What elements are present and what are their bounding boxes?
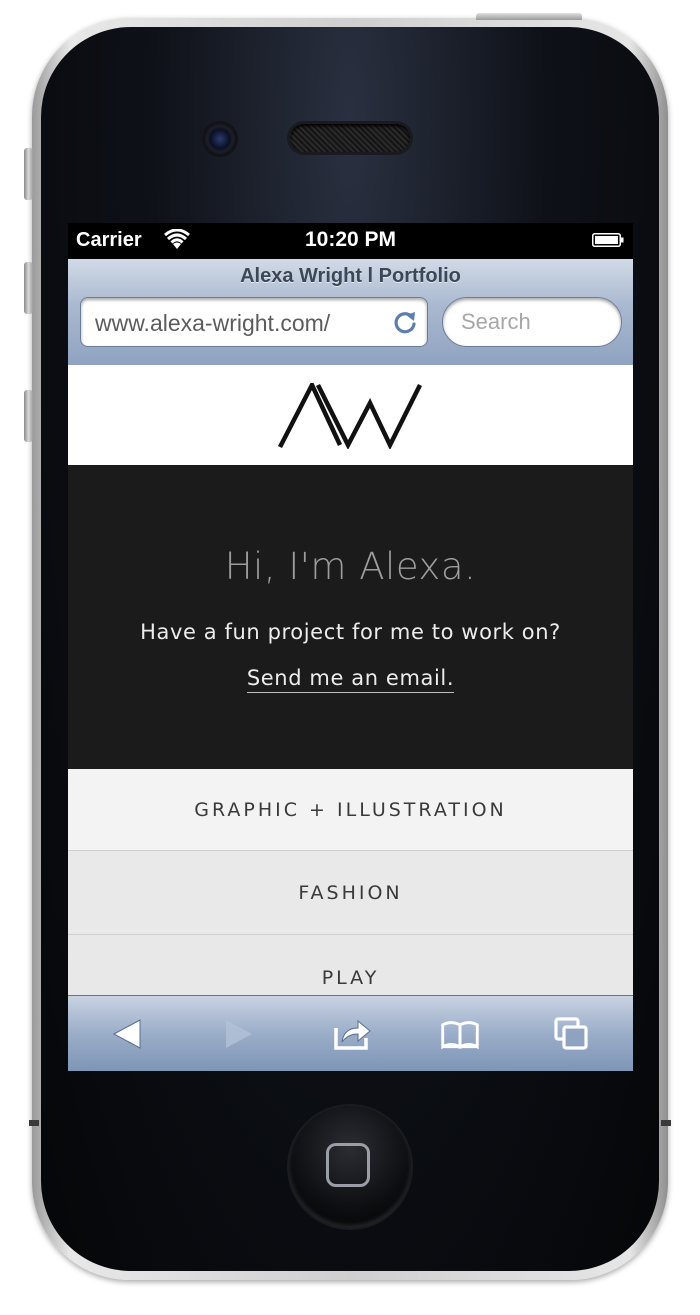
- url-text: www.alexa-wright.com/: [95, 310, 331, 336]
- volume-down-button: [24, 390, 33, 442]
- safari-toolbar: [68, 995, 633, 1071]
- email-link[interactable]: Send me an email.: [246, 666, 455, 693]
- bookmarks-icon[interactable]: [440, 1016, 480, 1052]
- hero-message: Have a fun project for me to work on? Se…: [128, 609, 573, 701]
- safari-address-bar: Alexa Wright l Portfolio www.alexa-wrigh…: [68, 259, 633, 366]
- screen: Carrier 10:20 PM Alexa Wright l Portfoli…: [68, 223, 633, 1071]
- home-square-icon: [326, 1143, 370, 1187]
- back-icon[interactable]: [108, 1016, 148, 1052]
- hero-message-text: Have a fun project for me to work on?: [140, 620, 561, 644]
- site-header: AW: [68, 365, 633, 465]
- hero-section: Hi, I'm Alexa. Have a fun project for me…: [68, 465, 633, 769]
- earpiece-speaker: [290, 124, 410, 152]
- forward-icon: [226, 1020, 252, 1048]
- nav-item-fashion[interactable]: FASHION: [68, 851, 633, 935]
- share-icon[interactable]: [332, 1016, 372, 1052]
- nav-item-graphic-illustration[interactable]: GRAPHIC + ILLUSTRATION: [68, 769, 633, 851]
- clock: 10:20 PM: [304, 228, 397, 251]
- tabs-icon[interactable]: [552, 1016, 592, 1052]
- volume-up-button: [24, 262, 33, 314]
- status-bar: Carrier 10:20 PM: [68, 223, 633, 259]
- portfolio-nav: GRAPHIC + ILLUSTRATION FASHION PLAY: [68, 769, 633, 1017]
- antenna-band: [29, 1120, 39, 1126]
- front-camera: [205, 124, 235, 154]
- reload-icon[interactable]: [392, 309, 418, 335]
- battery-icon: [592, 233, 624, 247]
- page-title: Alexa Wright l Portfolio: [240, 265, 461, 287]
- hero-greeting: Hi, I'm Alexa.: [224, 545, 477, 588]
- antenna-band: [661, 1120, 671, 1126]
- aw-logo[interactable]: AW: [278, 383, 422, 449]
- search-input[interactable]: [442, 297, 622, 347]
- home-button[interactable]: [289, 1106, 411, 1228]
- url-field[interactable]: www.alexa-wright.com/: [80, 297, 428, 347]
- sleep-button: [476, 13, 582, 20]
- mute-switch: [24, 148, 33, 200]
